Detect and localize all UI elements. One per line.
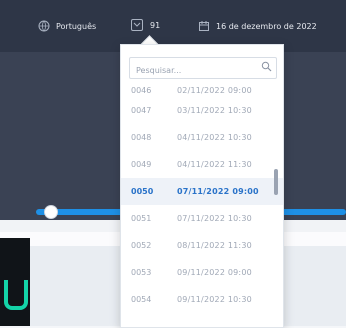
list-item[interactable]: 0051 07/11/2022 10:30	[121, 205, 283, 232]
item-number: 0054	[131, 295, 152, 304]
item-datetime: 07/11/2022 09:00	[177, 187, 259, 196]
item-number: 0052	[131, 241, 152, 250]
item-number: 0049	[131, 160, 152, 169]
item-number: 0051	[131, 214, 152, 223]
item-datetime: 09/11/2022 10:30	[177, 295, 252, 304]
issue-number: 91	[150, 20, 161, 30]
list-item[interactable]: 0052 08/11/2022 11:30	[121, 232, 283, 259]
language-selector[interactable]: Português	[38, 20, 96, 32]
list-item[interactable]: 0054 09/11/2022 10:30	[121, 286, 283, 313]
issue-dropdown: 0046 02/11/2022 09:00 0047 03/11/2022 10…	[120, 44, 284, 328]
item-number: 0048	[131, 133, 152, 142]
brand-glyph-icon	[4, 280, 28, 310]
timeline-handle[interactable]	[44, 205, 58, 219]
date-display: 16 de dezembro de 2022	[198, 20, 317, 32]
list-item[interactable]: 0047 03/11/2022 10:30	[121, 97, 283, 124]
item-datetime: 09/11/2022 09:00	[177, 268, 252, 277]
date-label: 16 de dezembro de 2022	[216, 21, 317, 31]
item-datetime: 03/11/2022 10:30	[177, 106, 252, 115]
brand-logo	[0, 238, 30, 326]
list-item-selected[interactable]: 0050 07/11/2022 09:00	[121, 178, 283, 205]
item-datetime: 04/11/2022 10:30	[177, 133, 252, 142]
item-number: 0047	[131, 106, 152, 115]
search-box	[129, 57, 277, 80]
list-scrollbar[interactable]	[274, 169, 278, 195]
item-datetime: 04/11/2022 11:30	[177, 160, 252, 169]
list-item[interactable]: 0053 09/11/2022 09:00	[121, 259, 283, 286]
list-item[interactable]: 0049 04/11/2022 11:30	[121, 151, 283, 178]
globe-icon	[38, 20, 50, 32]
item-datetime: 08/11/2022 11:30	[177, 241, 252, 250]
list-item[interactable]: 0046 02/11/2022 09:00	[121, 83, 283, 97]
item-number: 0053	[131, 268, 152, 277]
search-input[interactable]	[130, 61, 260, 80]
list-item[interactable]: 0048 04/11/2022 10:30	[121, 124, 283, 151]
issue-list: 0046 02/11/2022 09:00 0047 03/11/2022 10…	[121, 83, 283, 313]
item-number: 0050	[131, 187, 154, 196]
issue-selector[interactable]: 91	[130, 18, 160, 32]
edition-icon	[130, 18, 144, 32]
item-datetime: 02/11/2022 09:00	[177, 85, 252, 95]
item-datetime: 07/11/2022 10:30	[177, 214, 252, 223]
calendar-icon	[198, 20, 210, 32]
search-icon[interactable]	[261, 61, 272, 72]
item-number: 0046	[131, 85, 152, 95]
language-label: Português	[56, 21, 97, 31]
